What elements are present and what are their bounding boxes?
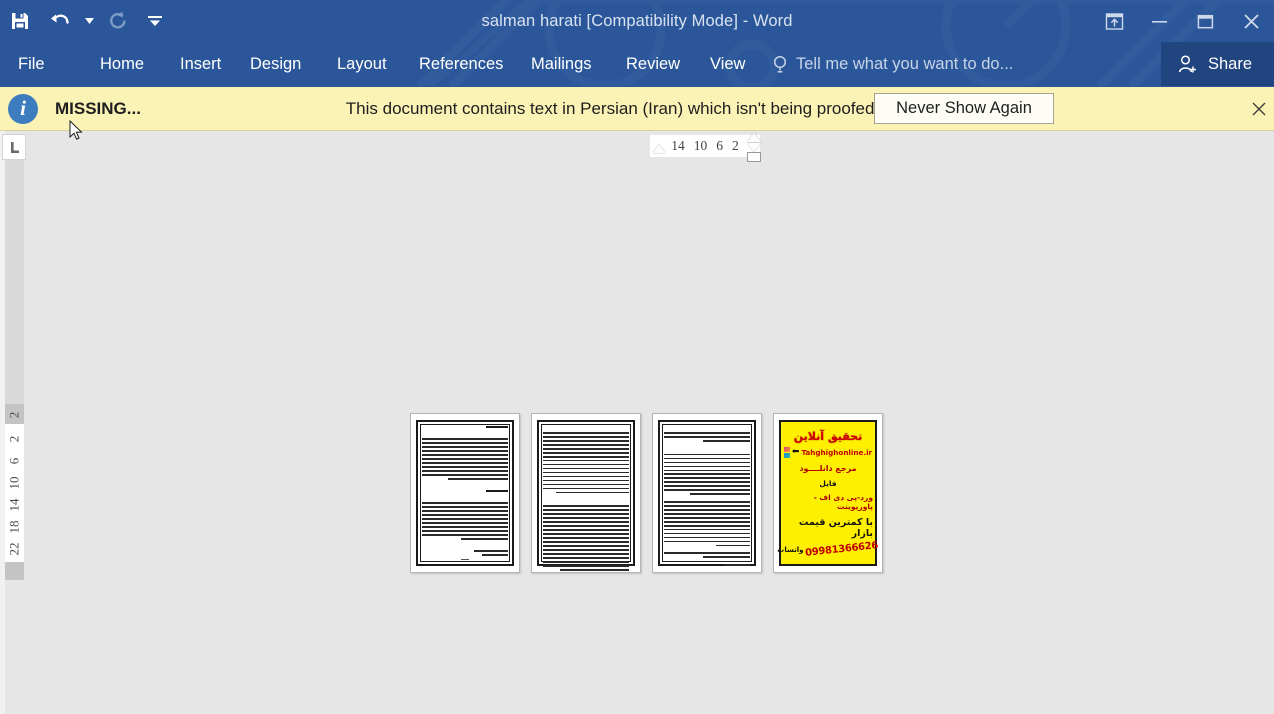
ad-phone-row: 09981366626 واتساپ	[777, 541, 879, 560]
share-label: Share	[1207, 54, 1252, 73]
page-3-content	[664, 426, 750, 566]
ad-phone-number: 09981366626	[805, 540, 880, 560]
tab-home[interactable]: Home	[100, 42, 144, 86]
hruler-tick-6: 6	[716, 138, 723, 153]
vruler-tick-10: 10	[6, 476, 22, 490]
ribbon-tab-bar: File Home Insert Design Layout Reference…	[0, 42, 1274, 86]
lightbulb-icon	[773, 55, 787, 73]
vruler-tick-2-margin: 2	[6, 411, 22, 419]
ribbon-options-icon	[1105, 12, 1123, 30]
hruler-tick-10: 10	[693, 138, 708, 153]
restore-icon	[1197, 14, 1213, 28]
chevron-down-icon	[84, 18, 94, 24]
minimize-button[interactable]	[1136, 0, 1182, 42]
tab-file-label: File	[18, 54, 45, 73]
minimize-icon	[1151, 21, 1167, 23]
vruler-tick-18: 18	[6, 520, 22, 534]
tell-me-search[interactable]: Tell me what you want to do...	[772, 42, 1013, 86]
notification-label: MISSING...	[55, 98, 141, 118]
tell-me-placeholder-text: Tell me what you want to do...	[796, 54, 1014, 73]
close-button[interactable]	[1228, 0, 1274, 42]
ad-url-row: Tahghighonline.ir ⬅	[783, 447, 873, 459]
tab-insert-label: Insert	[180, 54, 222, 73]
vruler-tick-2: 2	[6, 435, 22, 443]
close-x-icon	[1243, 13, 1259, 29]
page-thumbnails: تحقیق آنلاین Tahghighonline.ir ⬅ مرجع دا…	[410, 413, 883, 573]
vertical-ruler-margin-bottom	[5, 562, 24, 580]
ad-line-3: فایل	[819, 478, 837, 488]
undo-dropdown-button[interactable]	[80, 1, 98, 41]
page-1-content	[422, 426, 508, 561]
tab-layout-label: Layout	[337, 54, 387, 73]
ad-line-2: مرجع دانلــــود	[799, 463, 857, 473]
hanging-indent-marker[interactable]	[747, 133, 761, 142]
first-line-indent-marker[interactable]	[653, 144, 665, 153]
tab-insert[interactable]: Insert	[180, 42, 221, 86]
undo-button[interactable]	[40, 1, 80, 41]
tab-home-label: Home	[100, 54, 145, 73]
floppy-disk-icon	[12, 13, 28, 29]
tab-mailings-label: Mailings	[531, 54, 592, 73]
quick-access-toolbar	[0, 0, 172, 42]
redo-button[interactable]	[98, 1, 138, 41]
window-controls	[1092, 0, 1274, 42]
tab-review[interactable]: Review	[626, 42, 680, 86]
left-tab-stop-icon	[11, 141, 19, 153]
never-show-again-button[interactable]: Never Show Again	[874, 93, 1054, 124]
page-1[interactable]	[410, 413, 520, 573]
horizontal-ruler[interactable]: 14 10 6 2	[650, 135, 760, 157]
title-bar: salman harati [Compatibility Mode] - Wor…	[0, 0, 1274, 42]
tab-design[interactable]: Design	[250, 42, 301, 86]
indent-box-marker[interactable]	[747, 152, 761, 162]
proofing-notification-bar: i MISSING... This document contains text…	[0, 86, 1274, 131]
page-3[interactable]	[652, 413, 762, 573]
tab-references-label: References	[419, 54, 504, 73]
page-2[interactable]	[531, 413, 641, 573]
share-person-icon	[1178, 55, 1196, 73]
window-title: salman harati [Compatibility Mode] - Wor…	[481, 11, 793, 30]
ad-line-4: ورد-پی دی اف - پاورپوینت	[813, 493, 873, 512]
notification-message: This document contains text in Persian (…	[345, 98, 880, 118]
ad-title: تحقیق آنلاین	[793, 429, 863, 443]
tab-mailings[interactable]: Mailings	[531, 42, 592, 86]
save-button[interactable]	[0, 1, 40, 41]
ribbon-display-options-button[interactable]	[1092, 0, 1136, 42]
tab-file[interactable]: File	[18, 42, 45, 86]
info-circle-icon: i	[8, 93, 38, 124]
vruler-tick-6: 6	[6, 457, 22, 465]
tab-stop-selector[interactable]	[2, 134, 26, 160]
ad-whatsapp-label: واتساپ	[777, 545, 804, 554]
social-badges-icon	[783, 447, 790, 459]
page-4[interactable]: تحقیق آنلاین Tahghighonline.ir ⬅ مرجع دا…	[773, 413, 883, 573]
tab-layout[interactable]: Layout	[337, 42, 387, 86]
redo-arrow-icon	[110, 11, 126, 29]
ad-line-5: با کمترین قیمت بازار	[798, 516, 873, 539]
close-x-icon	[1252, 102, 1266, 116]
caret-down-bar-icon	[148, 16, 162, 26]
left-indent-marker[interactable]	[747, 143, 761, 152]
vruler-tick-22: 22	[6, 542, 22, 556]
tab-references[interactable]: References	[419, 42, 503, 86]
advertisement-block: تحقیق آنلاین Tahghighonline.ir ⬅ مرجع دا…	[777, 422, 879, 564]
tab-view-label: View	[710, 54, 746, 73]
tab-view[interactable]: View	[710, 42, 745, 86]
vruler-tick-14: 14	[6, 498, 22, 512]
arrow-left-icon: ⬅	[791, 447, 800, 458]
restore-button[interactable]	[1182, 0, 1228, 42]
undo-arrow-icon	[51, 14, 69, 24]
ad-website-url: Tahghighonline.ir	[801, 448, 873, 458]
customize-qat-button[interactable]	[138, 1, 172, 41]
hruler-tick-2: 2	[732, 138, 739, 153]
tab-design-label: Design	[250, 54, 302, 73]
page-2-content	[543, 426, 629, 571]
share-button[interactable]: Share	[1160, 42, 1274, 86]
hruler-tick-14: 14	[671, 138, 685, 153]
notification-close-icon[interactable]	[1246, 96, 1272, 122]
tab-review-label: Review	[626, 54, 681, 73]
